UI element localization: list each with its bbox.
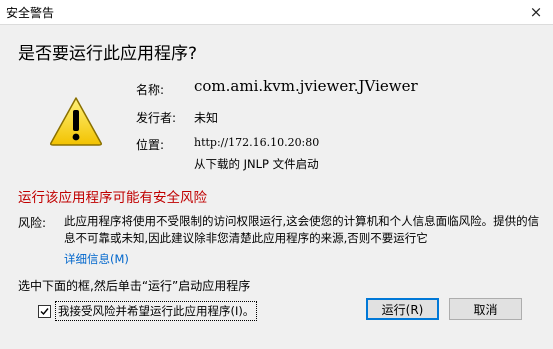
run-button[interactable]: 运行(R): [366, 298, 439, 320]
publisher-label: 发行者:: [136, 111, 177, 125]
risk-warning-title: 运行该应用程序可能有安全风险: [18, 190, 207, 206]
accept-risk-checkbox[interactable]: [38, 304, 51, 318]
location-source: 从下载的 JNLP 文件启动: [194, 157, 319, 171]
dialog-body: 是否要运行此应用程序? 名称: com.ami.kvm.jviewer.JVie…: [0, 24, 553, 349]
publisher-value: 未知: [194, 111, 219, 125]
location-value: http://172.16.10.20:80: [194, 136, 320, 149]
accept-risk-label[interactable]: 我接受风险并希望运行此应用程序(I)。: [55, 301, 258, 321]
close-icon[interactable]: ×: [519, 0, 553, 24]
dialog-heading: 是否要运行此应用程序?: [18, 44, 198, 64]
risk-label: 风险:: [18, 216, 47, 230]
window-title: 安全警告: [6, 6, 55, 20]
instruction-text: 选中下面的框,然后单击“运行”启动应用程序: [18, 279, 251, 293]
name-value: com.ami.kvm.jviewer.JViewer: [194, 77, 418, 95]
cancel-button[interactable]: 取消: [449, 298, 522, 320]
name-label: 名称:: [136, 83, 165, 97]
accept-risk-row[interactable]: 我接受风险并希望运行此应用程序(I)。: [38, 301, 258, 321]
checkmark-icon: [40, 307, 49, 315]
location-label: 位置:: [136, 138, 165, 152]
risk-description: 此应用程序将使用不受限制的访问权限运行,这会使您的计算机和个人信息面临风险。提供…: [64, 214, 540, 245]
details-link[interactable]: 详细信息(M): [64, 251, 129, 267]
warning-triangle-icon: [50, 97, 102, 146]
title-bar: 安全警告 ×: [0, 0, 553, 24]
